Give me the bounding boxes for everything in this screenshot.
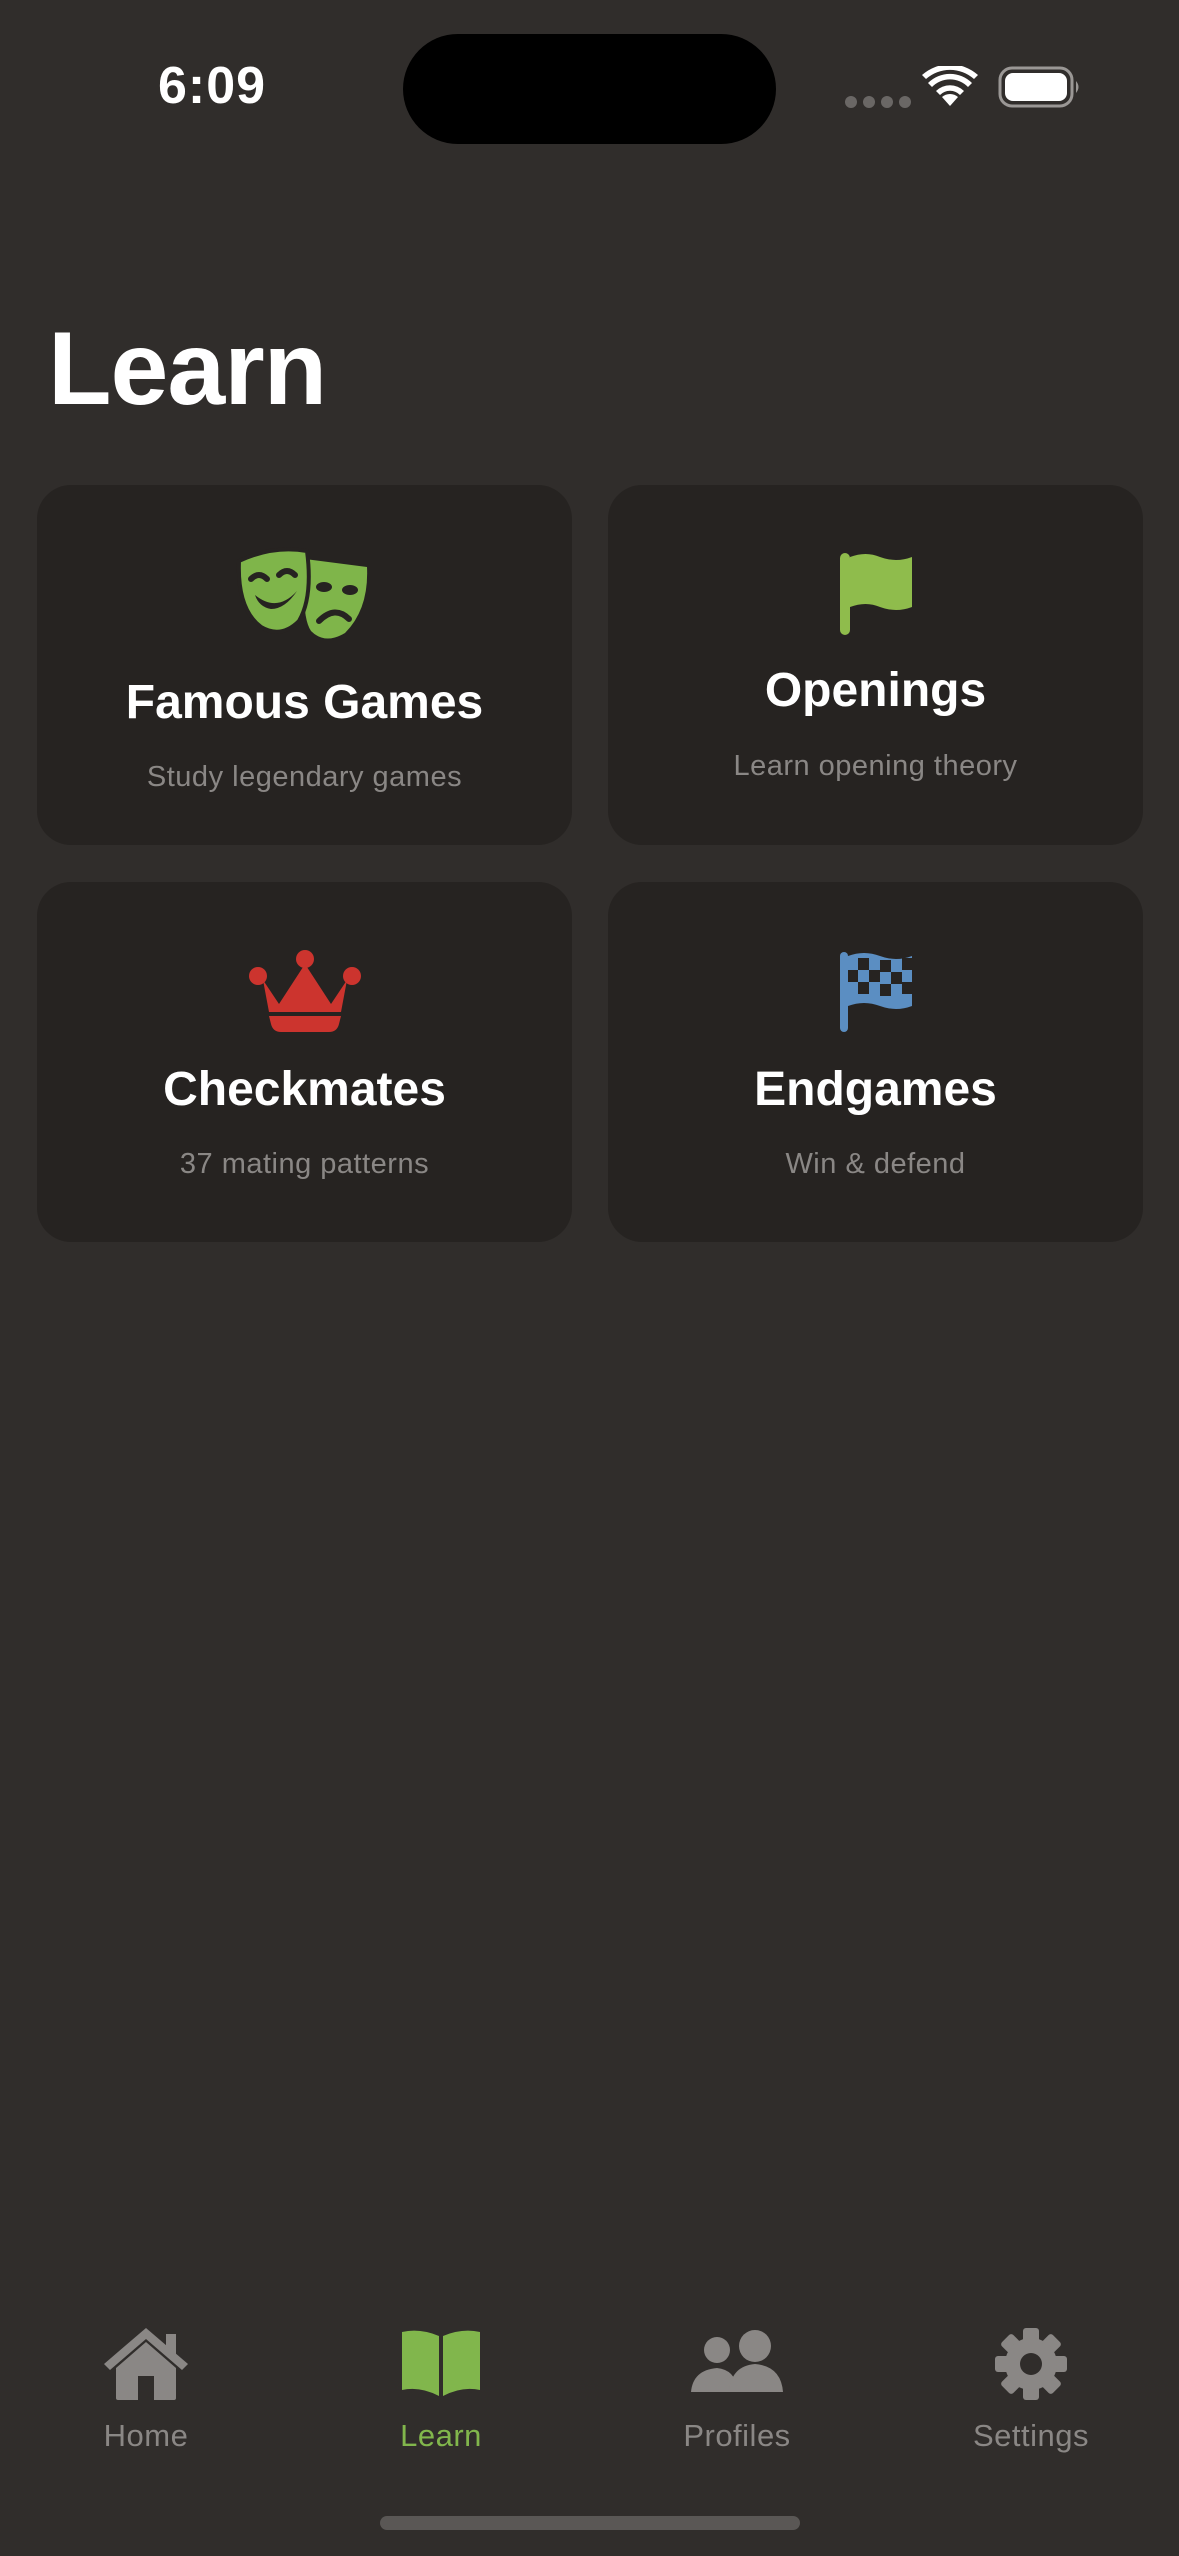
checkered-flag-icon <box>839 952 912 1032</box>
theater-masks-icon <box>236 547 367 639</box>
checkmates-card[interactable]: Checkmates 37 mating patterns <box>37 882 572 1242</box>
tab-learn[interactable]: Learn <box>331 2318 551 2458</box>
card-subtitle: Win & defend <box>785 1148 966 1180</box>
gear-icon <box>995 2328 1067 2400</box>
dynamic-island <box>403 34 776 144</box>
home-indicator <box>380 2516 800 2530</box>
tab-label: Home <box>103 2418 189 2453</box>
card-title: Famous Games <box>125 676 484 729</box>
openings-card[interactable]: Openings Learn opening theory <box>608 485 1143 845</box>
crown-icon <box>248 950 361 1032</box>
cellular-signal-icon <box>845 96 911 108</box>
page-title: Learn <box>48 311 327 427</box>
tab-label: Learn <box>400 2418 482 2453</box>
tab-label: Settings <box>972 2418 1089 2453</box>
book-icon <box>402 2330 480 2396</box>
card-title: Endgames <box>754 1063 997 1116</box>
tab-settings[interactable]: Settings <box>921 2318 1141 2458</box>
users-icon <box>691 2330 783 2392</box>
tab-profiles[interactable]: Profiles <box>627 2318 847 2458</box>
battery-icon <box>998 66 1079 108</box>
card-subtitle: 37 mating patterns <box>179 1148 430 1180</box>
card-subtitle: Study legendary games <box>146 761 463 793</box>
card-subtitle: Learn opening theory <box>733 750 1018 782</box>
home-icon <box>104 2328 188 2400</box>
status-time: 6:09 <box>158 57 267 115</box>
tab-label: Profiles <box>683 2418 791 2453</box>
endgames-card[interactable]: Endgames Win & defend <box>608 882 1143 1242</box>
flag-icon <box>839 553 912 635</box>
wifi-icon <box>922 66 978 106</box>
card-title: Checkmates <box>163 1063 446 1116</box>
tab-home[interactable]: Home <box>36 2318 256 2458</box>
card-title: Openings <box>764 664 987 717</box>
famous-games-card[interactable]: Famous Games Study legendary games <box>37 485 572 845</box>
